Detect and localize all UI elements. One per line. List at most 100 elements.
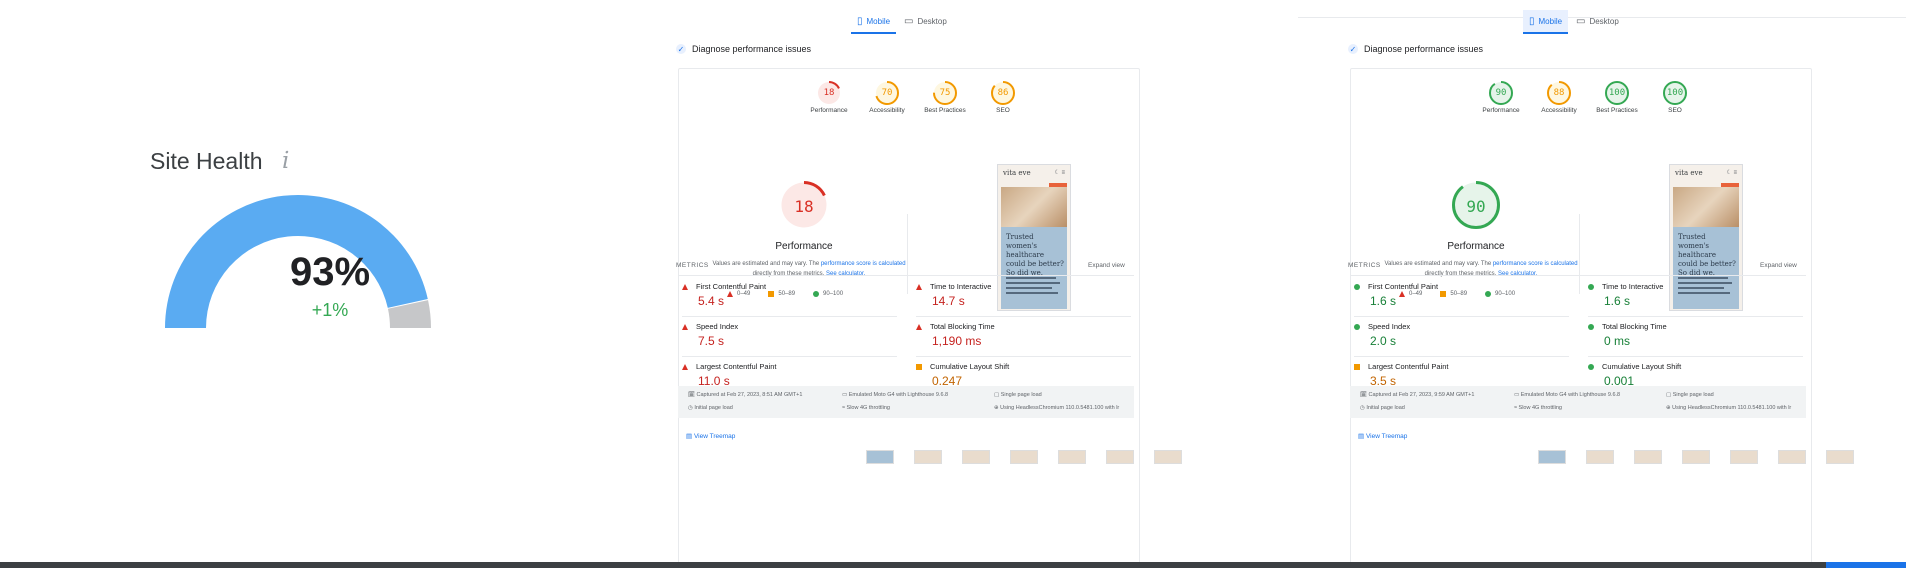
filmstrip-frame — [1538, 450, 1566, 464]
category-gauge[interactable]: 75 Best Practices — [915, 81, 975, 114]
category-scores: 18 Performance 70 Accessibility 75 Best … — [799, 81, 1039, 131]
category-gauge[interactable]: 100 Best Practices — [1587, 81, 1647, 114]
category-score: 86 — [997, 88, 1009, 98]
metric-item: First Contentful Paint 5.4 s — [682, 282, 882, 308]
metric-name: First Contentful Paint — [696, 282, 767, 291]
site-health-delta: +1% — [311, 300, 349, 320]
metric-item: Cumulative Layout Shift 0.247 — [916, 362, 1116, 388]
category-label: Best Practices — [1596, 107, 1638, 114]
report-panel-mobile-after: ▯ Mobile ▭ Desktop ✓ Diagnose performance i… — [1348, 0, 1854, 568]
emulated-info: ▭ Emulated Moto G4 with Lighthouse 9.6.8 — [842, 392, 949, 398]
device-tabs: ▯ Mobile ▭ Desktop — [1348, 10, 1818, 34]
expand-view-link[interactable]: Expand view — [1088, 262, 1125, 269]
divider — [682, 316, 897, 317]
category-gauge[interactable]: 88 Accessibility — [1529, 81, 1589, 114]
metric-value: 14.7 s — [932, 294, 965, 308]
metric-item: First Contentful Paint 1.6 s — [1354, 282, 1554, 308]
hero-headline: Trusted women's healthcare could be bett… — [1678, 233, 1736, 277]
mobile-icon: ▯ — [1529, 15, 1535, 27]
metric-item: Speed Index 7.5 s — [682, 322, 882, 348]
status-icon — [682, 283, 688, 290]
metric-value: 7.5 s — [698, 334, 725, 348]
expand-view-link[interactable]: Expand view — [1760, 262, 1797, 269]
status-icon — [1588, 283, 1594, 290]
performance-gauge: 18 — [764, 181, 844, 234]
category-label: Accessibility — [1541, 107, 1577, 114]
site-logo: vita eve — [1003, 169, 1031, 177]
tab-mobile[interactable]: ▯ Mobile — [1523, 10, 1569, 34]
filmstrip-frame — [866, 450, 894, 464]
category-gauge[interactable]: 100 SEO — [1645, 81, 1705, 114]
throttle-info: ≈ Slow 4G throttling — [842, 405, 890, 411]
category-gauge[interactable]: 86 SEO — [973, 81, 1033, 114]
score-calc-link[interactable]: performance score is calculated — [1493, 261, 1578, 267]
metric-item: Largest Contentful Paint 3.5 s — [1354, 362, 1554, 388]
menu-icon: ☾ ≡ — [1054, 170, 1065, 176]
metrics-label: METRICS — [1348, 262, 1381, 269]
metric-value: 1.6 s — [1604, 294, 1631, 308]
metric-name: Largest Contentful Paint — [1368, 362, 1449, 371]
metric-name: Cumulative Layout Shift — [1602, 362, 1682, 371]
filmstrip-frame — [1106, 450, 1134, 464]
metric-name: Speed Index — [1368, 322, 1411, 331]
menu-icon: ☾ ≡ — [1726, 170, 1737, 176]
status-icon — [1354, 363, 1360, 370]
device-tabs: ▯ Mobile ▭ Desktop — [676, 10, 1146, 34]
info-icon[interactable]: i — [282, 148, 289, 174]
tab-mobile[interactable]: ▯ Mobile — [851, 10, 897, 34]
status-icon — [916, 363, 922, 370]
category-score: 100 — [1666, 88, 1684, 98]
category-label: Performance — [810, 107, 848, 114]
diagnose-heading: ✓ Diagnose performance issues — [676, 44, 812, 54]
metric-value: 1.6 s — [1370, 294, 1397, 308]
site-health-percent: 93% — [289, 250, 371, 294]
score-calc-link[interactable]: performance score is calculated — [821, 261, 906, 267]
status-icon — [1354, 283, 1360, 290]
metric-name: Time to Interactive — [1602, 282, 1664, 291]
divider — [907, 214, 908, 294]
category-score: 100 — [1608, 88, 1626, 98]
category-score: 18 — [823, 88, 835, 98]
status-icon — [682, 323, 688, 330]
metric-item: Speed Index 2.0 s — [1354, 322, 1554, 348]
divider — [1588, 356, 1803, 357]
category-scores: 90 Performance 88 Accessibility 100 Best… — [1471, 81, 1711, 131]
category-gauge[interactable]: 70 Accessibility — [857, 81, 917, 114]
text-line — [1678, 277, 1728, 279]
browser-info: ⊕ Using HeadlessChromium 110.0.5481.100 … — [1666, 405, 1792, 411]
single-load-info: ▢ Single page load — [1666, 392, 1714, 398]
see-calculator-link[interactable]: See calculator. — [1498, 271, 1537, 277]
filmstrip-frame — [1010, 450, 1038, 464]
performance-score: 90 — [1466, 197, 1486, 216]
metric-item: Total Blocking Time 1,190 ms — [916, 322, 1116, 348]
run-info: 🗓 Captured at Feb 27, 2023, 9:59 AM GMT+… — [1350, 386, 1806, 418]
taskbar — [0, 562, 1906, 568]
throttle-info: ≈ Slow 4G throttling — [1514, 405, 1562, 411]
metrics-label: METRICS — [676, 262, 709, 269]
category-gauge[interactable]: 90 Performance — [1471, 81, 1531, 114]
taskbar-accent — [1826, 562, 1906, 568]
see-calculator-link[interactable]: See calculator. — [826, 271, 865, 277]
view-treemap-button[interactable]: ▤ View Treemap — [1358, 432, 1407, 440]
mobile-icon: ▯ — [857, 15, 863, 27]
performance-title: Performance — [1447, 241, 1505, 252]
metric-name: Largest Contentful Paint — [696, 362, 777, 371]
category-score: 75 — [939, 88, 951, 98]
site-logo: vita eve — [1675, 169, 1703, 177]
category-score: 88 — [1553, 88, 1565, 98]
metric-name: Cumulative Layout Shift — [930, 362, 1010, 371]
tab-desktop[interactable]: ▭ Desktop — [898, 10, 953, 32]
view-treemap-button[interactable]: ▤ View Treemap — [686, 432, 735, 440]
text-line — [1006, 277, 1056, 279]
run-info: 🗓 Captured at Feb 27, 2023, 8:51 AM GMT+… — [678, 386, 1134, 418]
lighthouse-icon: ✓ — [1348, 44, 1358, 54]
tab-desktop[interactable]: ▭ Desktop — [1570, 10, 1625, 32]
divider — [1579, 214, 1580, 294]
metric-item: Total Blocking Time 0 ms — [1588, 322, 1788, 348]
divider — [682, 356, 897, 357]
site-health-title: Site Health — [150, 148, 263, 174]
category-label: SEO — [996, 107, 1010, 114]
captured-info: 🗓 Captured at Feb 27, 2023, 8:51 AM GMT+… — [688, 392, 803, 398]
category-gauge[interactable]: 18 Performance — [799, 81, 859, 114]
metric-name: Speed Index — [696, 322, 739, 331]
